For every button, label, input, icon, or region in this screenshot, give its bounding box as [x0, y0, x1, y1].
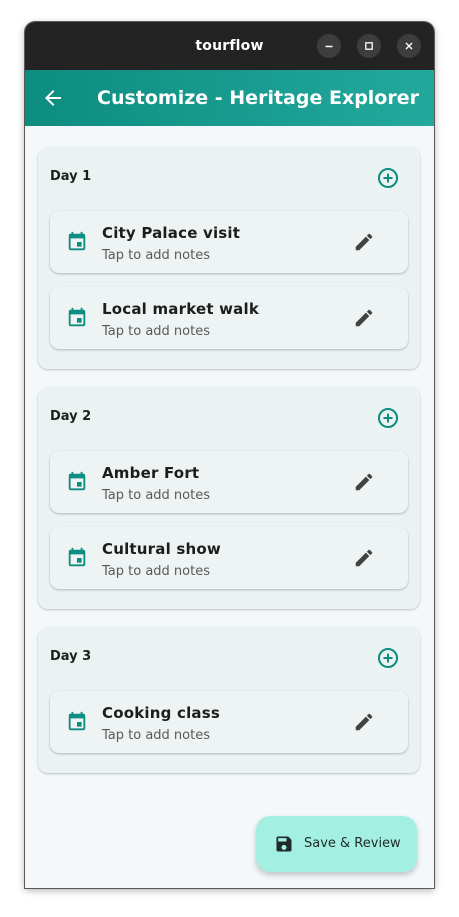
close-button[interactable]: [397, 34, 421, 58]
activity-notes: Tap to add notes: [102, 728, 210, 743]
app-window: tourflow Customize - Heritage Explorer D…: [25, 22, 434, 888]
app-bar: Customize - Heritage Explorer: [25, 70, 434, 126]
edit-icon[interactable]: [353, 307, 375, 329]
edit-icon[interactable]: [353, 547, 375, 569]
activity-item[interactable]: Cultural show Tap to add notes: [50, 527, 408, 589]
edit-icon[interactable]: [353, 711, 375, 733]
add-activity-icon[interactable]: [376, 646, 400, 670]
save-icon: [276, 836, 292, 852]
save-review-label: Save & Review: [304, 836, 401, 851]
page-title: Customize - Heritage Explorer: [97, 87, 419, 109]
calendar-icon: [68, 711, 86, 731]
day-title: Day 2: [50, 409, 92, 424]
activity-item[interactable]: Cooking class Tap to add notes: [50, 691, 408, 753]
activity-notes: Tap to add notes: [102, 248, 210, 263]
day-card-3: Day 3 Cooking class Tap to add notes: [38, 627, 420, 773]
activity-item[interactable]: City Palace visit Tap to add notes: [50, 211, 408, 273]
activity-name: Cooking class: [102, 704, 220, 722]
calendar-icon: [68, 307, 86, 327]
activity-name: Local market walk: [102, 300, 260, 318]
activity-notes: Tap to add notes: [102, 488, 210, 503]
activity-name: Amber Fort: [102, 464, 200, 482]
edit-icon[interactable]: [353, 471, 375, 493]
maximize-button[interactable]: [357, 34, 381, 58]
activity-name: Cultural show: [102, 540, 221, 558]
calendar-icon: [68, 231, 86, 251]
add-activity-icon[interactable]: [376, 406, 400, 430]
edit-icon[interactable]: [353, 231, 375, 253]
day-title: Day 1: [50, 169, 92, 184]
activity-item[interactable]: Amber Fort Tap to add notes: [50, 451, 408, 513]
day-card-2: Day 2 Amber Fort Tap to add notes Cultur…: [38, 387, 420, 609]
activity-notes: Tap to add notes: [102, 564, 210, 579]
window-titlebar: tourflow: [25, 22, 434, 70]
day-card-1: Day 1 City Palace visit Tap to add notes…: [38, 147, 420, 369]
close-icon: [405, 42, 413, 50]
save-review-button[interactable]: Save & Review: [256, 816, 417, 872]
activity-item[interactable]: Local market walk Tap to add notes: [50, 287, 408, 349]
activity-notes: Tap to add notes: [102, 324, 210, 339]
calendar-icon: [68, 471, 86, 491]
add-activity-icon[interactable]: [376, 166, 400, 190]
maximize-icon: [365, 42, 373, 50]
arrow-back-icon[interactable]: [41, 86, 65, 110]
minimize-button[interactable]: [317, 34, 341, 58]
day-title: Day 3: [50, 649, 92, 664]
activity-name: City Palace visit: [102, 224, 241, 242]
calendar-icon: [68, 547, 86, 567]
minimize-icon: [325, 45, 333, 48]
